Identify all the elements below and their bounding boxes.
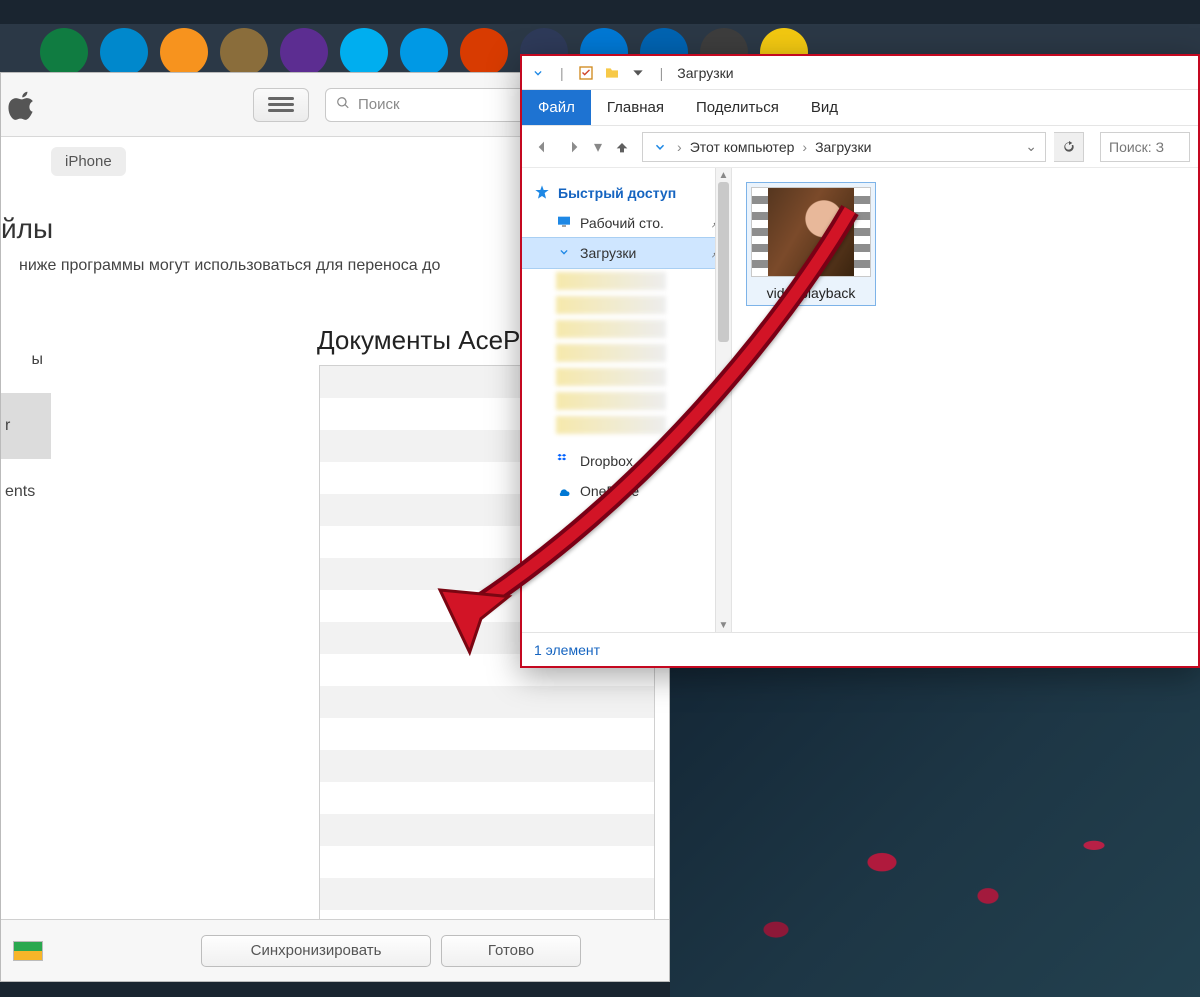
taskbar-app-icon[interactable] [100, 28, 148, 76]
chevron-down-icon[interactable]: ▾ [594, 137, 602, 157]
video-thumbnail [751, 187, 871, 277]
itunes-bottom-bar: Синхронизировать Готово [1, 919, 669, 981]
tab-share[interactable]: Поделиться [680, 90, 795, 125]
tree-desktop[interactable]: Рабочий сто. [522, 208, 731, 238]
checkbox-icon [578, 65, 594, 81]
nav-back-button[interactable] [530, 135, 554, 159]
list-row [320, 846, 654, 878]
explorer-search-input[interactable]: Поиск: З [1100, 132, 1190, 162]
apps-item-partial[interactable]: r [1, 393, 51, 459]
file-tile-video[interactable]: videoplayback [746, 182, 876, 306]
iphone-badge[interactable]: iPhone [51, 147, 126, 176]
list-view-button[interactable] [253, 88, 309, 122]
list-row [320, 750, 654, 782]
nav-forward-button[interactable] [562, 135, 586, 159]
apps-column: ы r ents [1, 327, 51, 927]
chevron-down-icon[interactable]: ⌄ [1025, 138, 1037, 155]
taskbar-app-icon[interactable] [160, 28, 208, 76]
breadcrumb-folder[interactable]: Загрузки [815, 139, 871, 155]
scroll-down-icon[interactable]: ▼ [716, 618, 731, 632]
apps-item-partial[interactable]: ы [1, 327, 51, 393]
search-placeholder: Поиск [358, 96, 400, 113]
onedrive-icon [556, 482, 572, 501]
desktop-stage: Поиск iPhone йлы ниже программы могут ис… [0, 0, 1200, 997]
capacity-indicator [13, 941, 43, 961]
search-icon [336, 96, 350, 114]
taskbar-app-icon[interactable] [220, 28, 268, 76]
list-row [320, 718, 654, 750]
explorer-status-bar: 1 элемент [522, 632, 1198, 666]
tree-quick-access[interactable]: Быстрый доступ [522, 178, 731, 208]
navigation-row: ▾ › Этот компьютер › Загрузки ⌄ Поиск: З [522, 126, 1198, 168]
explorer-window: | | Загрузки Файл Главная Поделиться Вид… [520, 54, 1200, 668]
address-bar[interactable]: › Этот компьютер › Загрузки ⌄ [642, 132, 1046, 162]
taskbar-app-icon[interactable] [340, 28, 388, 76]
sync-button[interactable]: Синхронизировать [201, 935, 431, 967]
tab-view[interactable]: Вид [795, 90, 854, 125]
tree-downloads[interactable]: Загрузки [522, 238, 731, 268]
scroll-thumb[interactable] [718, 182, 729, 342]
folder-icon [604, 65, 620, 81]
nav-up-button[interactable] [610, 135, 634, 159]
tree-blurred-items [522, 272, 731, 434]
navigation-tree[interactable]: Быстрый доступ Рабочий сто. Загрузки [522, 168, 732, 632]
apple-logo-icon [7, 88, 37, 122]
file-name: videoplayback [751, 285, 871, 301]
documents-heading: Документы AceP [317, 325, 520, 356]
list-row [320, 686, 654, 718]
done-button[interactable]: Готово [441, 935, 581, 967]
list-row [320, 782, 654, 814]
ribbon-tabs: Файл Главная Поделиться Вид [522, 90, 1198, 126]
download-arrow-icon [651, 138, 669, 156]
list-row [320, 878, 654, 910]
tree-dropbox[interactable]: Dropbox [522, 446, 731, 476]
taskbar-app-icon[interactable] [400, 28, 448, 76]
star-icon [534, 184, 550, 203]
tab-home[interactable]: Главная [591, 90, 680, 125]
refresh-button[interactable] [1054, 132, 1084, 162]
search-placeholder-partial: Поиск: З [1109, 139, 1164, 155]
tab-file[interactable]: Файл [522, 90, 591, 125]
breadcrumb-root[interactable]: Этот компьютер [690, 139, 795, 155]
tree-scrollbar[interactable]: ▲ ▼ [715, 168, 731, 632]
taskbar-app-icon[interactable] [460, 28, 508, 76]
item-count: 1 элемент [534, 642, 600, 658]
taskbar-app-icon[interactable] [40, 28, 88, 76]
scroll-up-icon[interactable]: ▲ [716, 168, 731, 182]
explorer-body: Быстрый доступ Рабочий сто. Загрузки [522, 168, 1198, 632]
desktop-icon [556, 214, 572, 233]
explorer-titlebar[interactable]: | | Загрузки [522, 56, 1198, 90]
itunes-subtext-partial: ниже программы могут использоваться для … [19, 257, 440, 275]
download-arrow-icon [530, 65, 546, 81]
taskbar-app-icon[interactable] [280, 28, 328, 76]
desktop-wallpaper [670, 660, 1200, 997]
files-pane[interactable]: videoplayback [732, 168, 1198, 632]
itunes-heading-partial: йлы [1, 213, 53, 245]
dropbox-icon [556, 452, 572, 471]
list-row [320, 814, 654, 846]
window-title: Загрузки [677, 65, 733, 81]
tree-onedrive[interactable]: OneDrive [522, 476, 731, 506]
download-arrow-icon [556, 244, 572, 263]
dropdown-icon[interactable] [630, 65, 646, 81]
apps-item-partial[interactable]: ents [1, 459, 51, 525]
